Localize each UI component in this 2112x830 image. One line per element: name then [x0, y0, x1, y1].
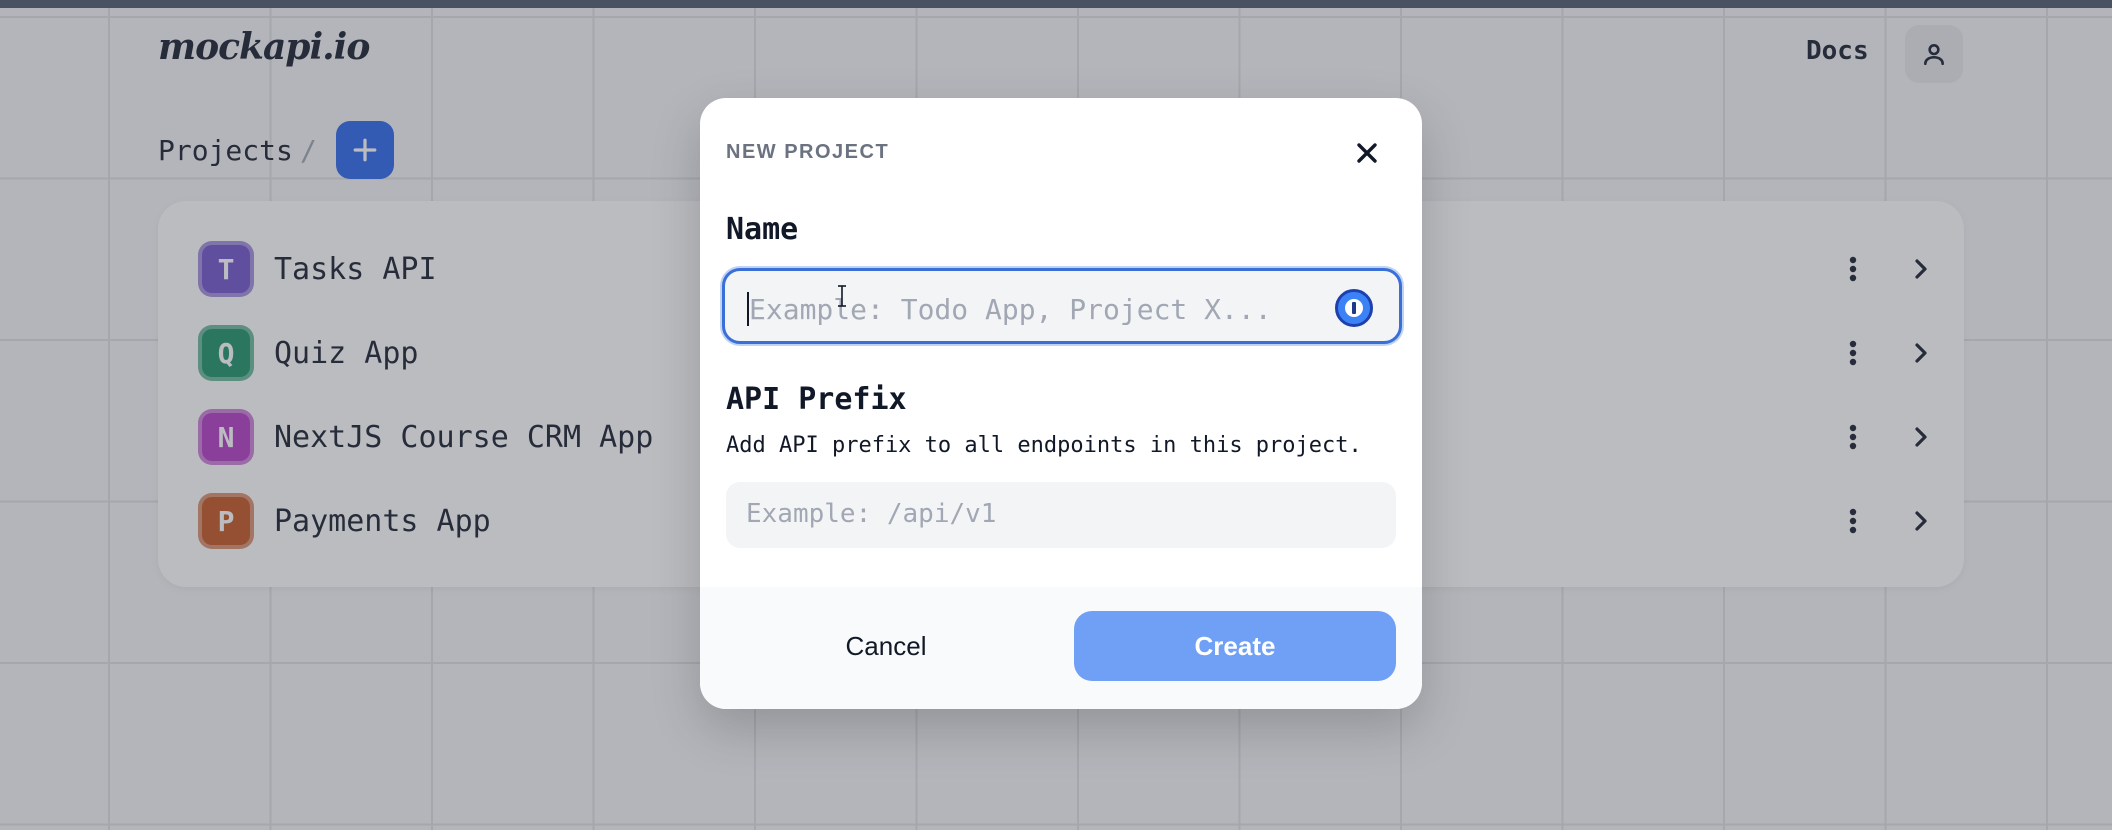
api-prefix-help: Add API prefix to all endpoints in this … [726, 433, 1362, 458]
name-placeholder: Example: Todo App, Project X... [749, 293, 1272, 326]
close-icon [1357, 143, 1377, 163]
password-manager-icon[interactable] [1335, 289, 1373, 327]
name-label: Name [726, 212, 799, 247]
dialog-footer: Cancel Create [700, 587, 1422, 709]
api-prefix-placeholder: Example: /api/v1 [746, 499, 997, 529]
text-cursor-icon [838, 285, 846, 307]
api-prefix-input[interactable]: Example: /api/v1 [726, 482, 1396, 548]
dialog-title: NEW PROJECT [726, 141, 890, 163]
name-input[interactable]: Example: Todo App, Project X... [722, 268, 1402, 344]
close-button[interactable] [1350, 136, 1384, 170]
new-project-dialog: NEW PROJECT Name Example: Todo App, Proj… [700, 98, 1422, 709]
api-prefix-label: API Prefix [726, 382, 907, 417]
cancel-button[interactable]: Cancel [726, 611, 1046, 681]
text-caret [747, 292, 749, 326]
create-button[interactable]: Create [1074, 611, 1396, 681]
